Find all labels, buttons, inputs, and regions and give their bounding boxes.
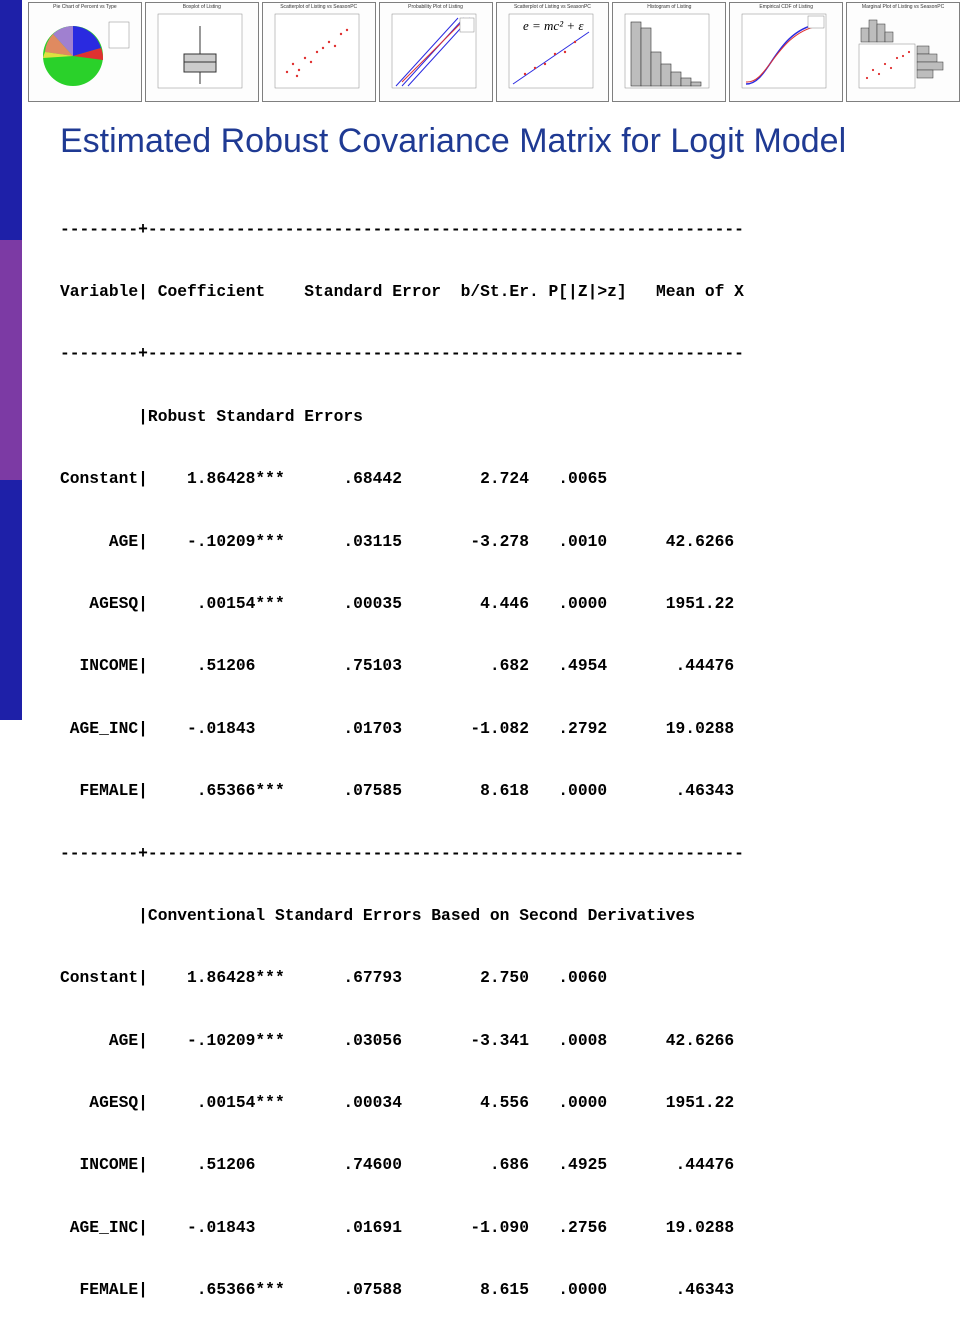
table-row: INCOME| .51206 .74600 .686 .4925 .44476 [60, 1155, 735, 1175]
table-row: INCOME| .51206 .75103 .682 .4954 .44476 [60, 656, 735, 676]
scatterplot-icon [274, 13, 359, 89]
thumbnail-histogram: Histogram of Listing [612, 2, 727, 102]
thumbnail-scatterplot: Scatterplot of Listing vs SeasonPC [261, 2, 376, 102]
thumbnail-caption: Histogram of Listing [647, 4, 692, 10]
histogram-icon [625, 13, 710, 89]
thumbnail-caption: Scatterplot of Listing vs SeasonPC [280, 4, 358, 10]
thumbnail-pie-chart: Pie Chart of Percent vs Type [28, 2, 142, 102]
left-bar-middle [0, 240, 22, 480]
table-row: FEMALE| .65366*** .07585 8.618 .0000 .46… [60, 781, 735, 801]
table-row: AGE_INC| -.01843 .01691 -1.090 .2756 19.… [60, 1217, 735, 1237]
left-bar-top [0, 0, 22, 240]
thumbnail-caption: Marginal Plot of Listing vs SeasonPC [861, 4, 945, 10]
table-row: AGESQ| .00154*** .00035 4.446 .0000 1951… [60, 593, 735, 613]
regression-output: --------+-------------------------------… [60, 178, 744, 1322]
table-row: Constant| 1.86428*** .68442 2.724 .0065 [60, 469, 608, 489]
left-accent-bar [0, 0, 22, 720]
boxplot-icon [157, 13, 243, 89]
thumbnail-caption: Scatterplot of Listing vs SeasonPC [513, 4, 591, 10]
pie-chart-icon [43, 21, 130, 86]
thumbnail-boxplot: Boxplot of Listing [144, 2, 259, 102]
thumbnail-marginal-plot: Marginal Plot of Listing vs SeasonPC [846, 2, 960, 102]
thumbnail-probability-plot: Probability Plot of Listing [378, 2, 493, 102]
rule-line: --------+-------------------------------… [60, 219, 744, 239]
ecdf-icon [742, 13, 827, 89]
thumbnail-caption: Pie Chart of Percent vs Type [53, 4, 117, 10]
thumbnail-caption: Boxplot of Listing [182, 4, 221, 10]
table-row: AGE| -.10209*** .03115 -3.278 .0010 42.6… [60, 531, 735, 551]
column-header: Variable| Coefficient Standard Error b/S… [60, 281, 744, 301]
scatterplot-fit-icon: e = mc² + ε [508, 13, 593, 89]
thumbnail-caption: Probability Plot of Listing [408, 4, 463, 10]
slide-title: Estimated Robust Covariance Matrix for L… [60, 122, 847, 160]
thumbnail-ecdf: Empirical CDF of Listing [729, 2, 844, 102]
thumbnail-caption: Empirical CDF of Listing [759, 4, 813, 10]
table-row: FEMALE| .65366*** .07588 8.615 .0000 .46… [60, 1280, 735, 1300]
marginal-plot-icon [858, 19, 944, 89]
thumbnail-strip: Pie Chart of Percent vs Type Boxplot of … [28, 0, 960, 104]
table-row: Constant| 1.86428*** .67793 2.750 .0060 [60, 968, 608, 988]
section-heading-conventional: |Conventional Standard Errors Based on S… [60, 905, 696, 925]
table-row: AGESQ| .00154*** .00034 4.556 .0000 1951… [60, 1093, 735, 1113]
left-bar-bottom [0, 480, 22, 720]
rule-line: --------+-------------------------------… [60, 344, 744, 364]
table-row: AGE| -.10209*** .03056 -3.341 .0008 42.6… [60, 1030, 735, 1050]
rule-line: --------+-------------------------------… [60, 843, 744, 863]
thumbnail-scatterplot-fit: Scatterplot of Listing vs SeasonPC e = m… [495, 2, 610, 102]
table-row: AGE_INC| -.01843 .01703 -1.082 .2792 19.… [60, 718, 735, 738]
section-heading-robust: |Robust Standard Errors [60, 406, 363, 426]
formula-text: e = mc² + ε [523, 18, 584, 33]
probability-plot-icon [391, 13, 476, 89]
